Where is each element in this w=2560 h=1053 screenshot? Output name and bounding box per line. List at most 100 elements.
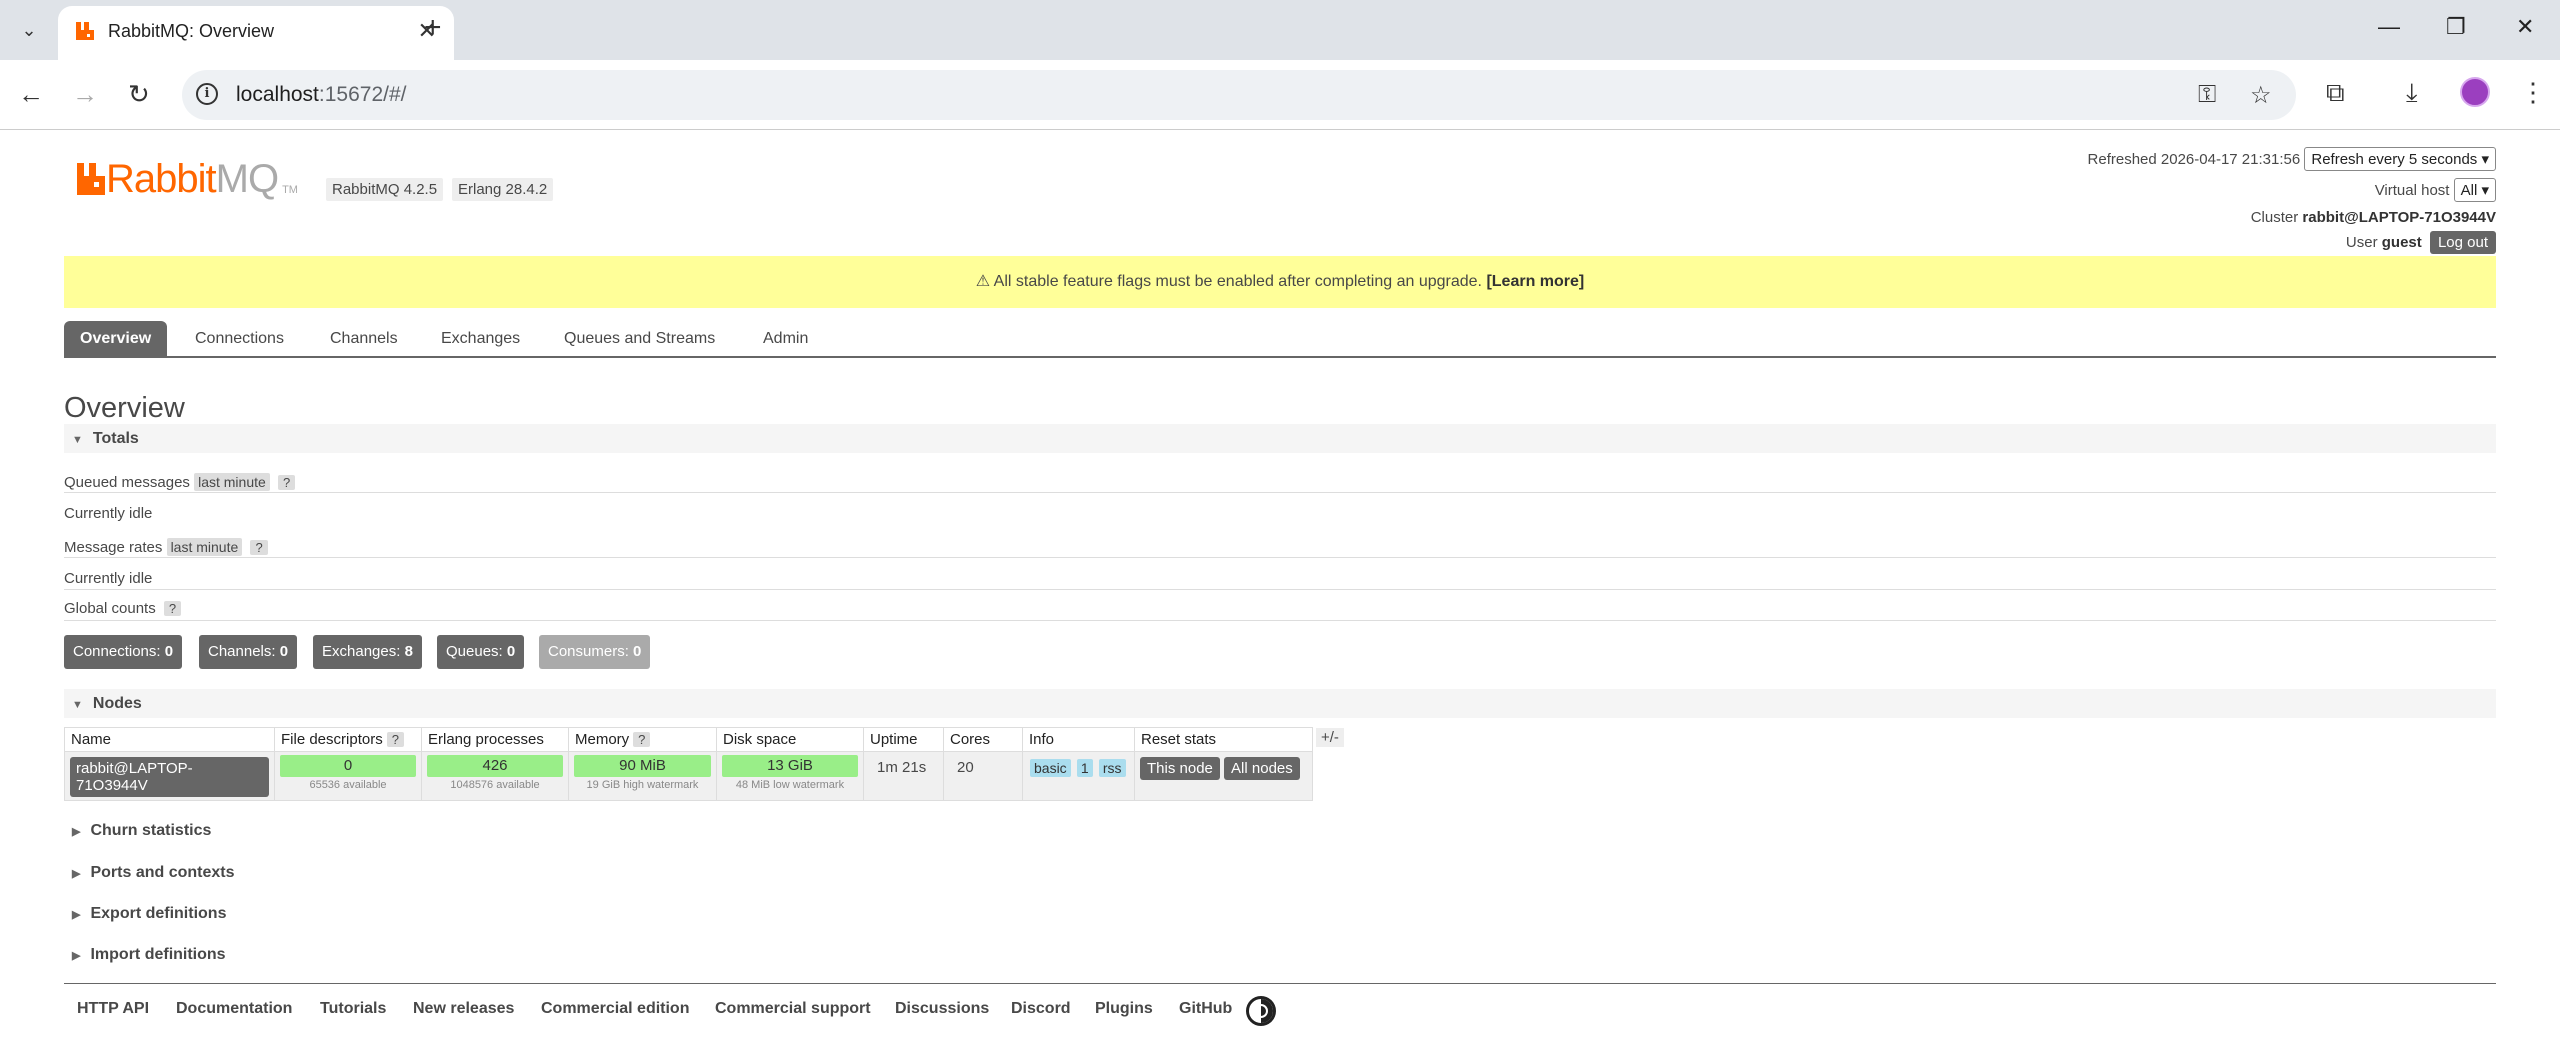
password-key-icon[interactable]: ⚿ [2198, 81, 2216, 109]
reload-icon[interactable]: ↻ [128, 79, 150, 109]
downloads-icon[interactable]: ⤓ [2406, 77, 2418, 107]
memory-bar: 90 MiB [574, 755, 711, 777]
tab-exchanges[interactable]: Exchanges [441, 321, 520, 356]
tab-admin[interactable]: Admin [763, 321, 808, 356]
footer-link-commercial-edition[interactable]: Commercial edition [541, 1000, 689, 1018]
forward-arrow-icon[interactable]: → [72, 79, 98, 109]
tab-overview[interactable]: Overview [64, 321, 168, 356]
tab-queues-and-streams[interactable]: Queues and Streams [564, 321, 715, 356]
file-descriptors-cell: 0 65536 available [274, 751, 422, 801]
help-icon[interactable]: ? [277, 475, 296, 490]
help-icon[interactable]: ? [163, 601, 182, 616]
reset-stats-cell: This node All nodes [1134, 751, 1313, 801]
cores-cell: 20 [943, 751, 1023, 801]
queued-messages-label: Queued messages [64, 474, 190, 491]
browser-toolbar: ← → ↻ i localhost:15672/#/ ⚿ ☆ ⧉ ⤓ ⋮ [0, 60, 2560, 130]
vhost-row: Virtual host All ▾ [2375, 178, 2496, 202]
table-row: rabbit@LAPTOP-71O3944V 0 65536 available … [64, 751, 1313, 801]
bookmark-star-icon[interactable]: ☆ [2250, 81, 2272, 110]
banner-text: ⚠ All stable feature flags must be enabl… [975, 273, 1482, 290]
collapsed-triangle-icon: ▶ [72, 826, 81, 838]
help-icon[interactable]: ? [250, 540, 268, 555]
footer-link-tutorials[interactable]: Tutorials [320, 1000, 386, 1018]
browser-menu-kebab-icon[interactable]: ⋮ [2520, 77, 2546, 107]
cores-value: 20 [957, 759, 974, 776]
ports-and-contexts-section-header[interactable]: ▶ Ports and contexts [64, 864, 235, 882]
column-header-name: Name [64, 727, 275, 752]
footer-link-http-api[interactable]: HTTP API [77, 1000, 149, 1018]
new-tab-plus-icon[interactable]: + [424, 13, 442, 43]
node-name-link[interactable]: rabbit@LAPTOP-71O3944V [70, 757, 269, 797]
memory-watermark: 19 GiB high watermark [586, 779, 699, 791]
file-descriptors-bar: 0 [280, 755, 416, 777]
global-counts-label: Global counts [64, 600, 156, 617]
erlang-version-badge: Erlang 28.4.2 [452, 178, 554, 201]
tab-channels[interactable]: Channels [330, 321, 398, 356]
cluster-row: Cluster rabbit@LAPTOP-71O3944V [2251, 209, 2496, 226]
rabbitmq-logo[interactable]: RabbitMQ TM [76, 159, 298, 199]
footer-link-plugins[interactable]: Plugins [1095, 1000, 1153, 1018]
footer-link-commercial-support[interactable]: Commercial support [715, 1000, 871, 1018]
rabbitmq-favicon-icon [76, 22, 94, 40]
theme-toggle-icon[interactable] [1246, 996, 1276, 1026]
logo-trademark: TM [282, 184, 298, 196]
exchanges-count-button[interactable]: Exchanges: 8 [313, 635, 422, 669]
reset-this-node-button[interactable]: This node [1140, 757, 1220, 780]
browser-tab-active[interactable]: RabbitMQ: Overview ✕ [58, 6, 454, 60]
queued-messages-range-select[interactable]: last minute [194, 473, 270, 491]
columns-toggle-button[interactable]: +/- [1316, 728, 1344, 747]
tab-search-chevron-icon[interactable]: ⌄ [14, 16, 44, 44]
refresh-row: Refreshed 2026-04-17 21:31:56 Refresh ev… [2088, 147, 2496, 171]
message-rates-range-select[interactable]: last minute [166, 538, 243, 556]
uptime-cell: 1m 21s [863, 751, 944, 801]
user-name: guest [2381, 234, 2422, 251]
extensions-puzzle-icon[interactable]: ⧉ [2326, 77, 2345, 107]
reset-all-nodes-button[interactable]: All nodes [1224, 757, 1300, 780]
logout-button[interactable]: Log out [2429, 231, 2496, 254]
column-header-uptime: Uptime [863, 727, 944, 752]
info-tag-rss: rss [1098, 759, 1126, 777]
vhost-select[interactable]: All ▾ [2453, 178, 2496, 202]
feature-flags-banner: ⚠ All stable feature flags must be enabl… [64, 256, 2496, 308]
totals-section-header[interactable]: ▼ Totals [64, 424, 2496, 453]
footer-link-new-releases[interactable]: New releases [413, 1000, 514, 1018]
cluster-label: Cluster [2250, 209, 2299, 226]
message-rates-status: Currently idle [64, 570, 153, 587]
column-header-info: Info [1022, 727, 1135, 752]
minimize-icon[interactable]: — [2378, 14, 2400, 40]
footer-link-documentation[interactable]: Documentation [176, 1000, 292, 1018]
footer-link-discussions[interactable]: Discussions [895, 1000, 989, 1018]
help-icon[interactable]: ? [386, 732, 404, 747]
disk-space-watermark: 48 MiB low watermark [735, 779, 845, 791]
learn-more-link[interactable]: [Learn more] [1486, 273, 1584, 290]
connections-count-button[interactable]: Connections: 0 [64, 635, 183, 669]
divider [64, 620, 2496, 621]
erlang-processes-available: 1048576 available [450, 779, 540, 791]
footer-link-discord[interactable]: Discord [1011, 1000, 1071, 1018]
rabbitmq-version-badge: RabbitMQ 4.2.5 [326, 178, 444, 201]
close-window-icon[interactable]: ✕ [2516, 14, 2534, 40]
help-icon[interactable]: ? [633, 732, 651, 747]
column-header-disk-space: Disk space [716, 727, 864, 752]
channels-count-button[interactable]: Channels: 0 [199, 635, 298, 669]
queues-count-button[interactable]: Queues: 0 [437, 635, 525, 669]
info-cell: basic 1 rss [1022, 751, 1135, 801]
column-header-erlang-processes: Erlang processes [421, 727, 569, 752]
url-text[interactable]: localhost:15672/#/ [236, 83, 406, 107]
tab-connections[interactable]: Connections [195, 321, 284, 356]
message-rates-label: Message rates [64, 539, 163, 556]
address-bar[interactable]: i localhost:15672/#/ ⚿ ☆ [182, 70, 2296, 120]
back-arrow-icon[interactable]: ← [18, 79, 44, 109]
refresh-interval-select[interactable]: Refresh every 5 seconds ▾ [2304, 147, 2496, 171]
nodes-section-header[interactable]: ▼ Nodes [64, 689, 2496, 718]
consumers-count-button[interactable]: Consumers: 0 [539, 635, 651, 669]
restore-window-icon[interactable]: ❐ [2446, 14, 2466, 40]
import-definitions-section-header[interactable]: ▶ Import definitions [64, 946, 226, 964]
export-definitions-section-header[interactable]: ▶ Export definitions [64, 905, 226, 923]
churn-statistics-section-header[interactable]: ▶ Churn statistics [64, 822, 211, 840]
footer-link-github[interactable]: GitHub [1179, 1000, 1232, 1018]
column-header-reset-stats: Reset stats [1134, 727, 1313, 752]
message-rates-row: Message rates last minute ? [64, 538, 268, 556]
site-info-icon[interactable]: i [196, 83, 218, 105]
profile-avatar[interactable] [2460, 77, 2490, 107]
